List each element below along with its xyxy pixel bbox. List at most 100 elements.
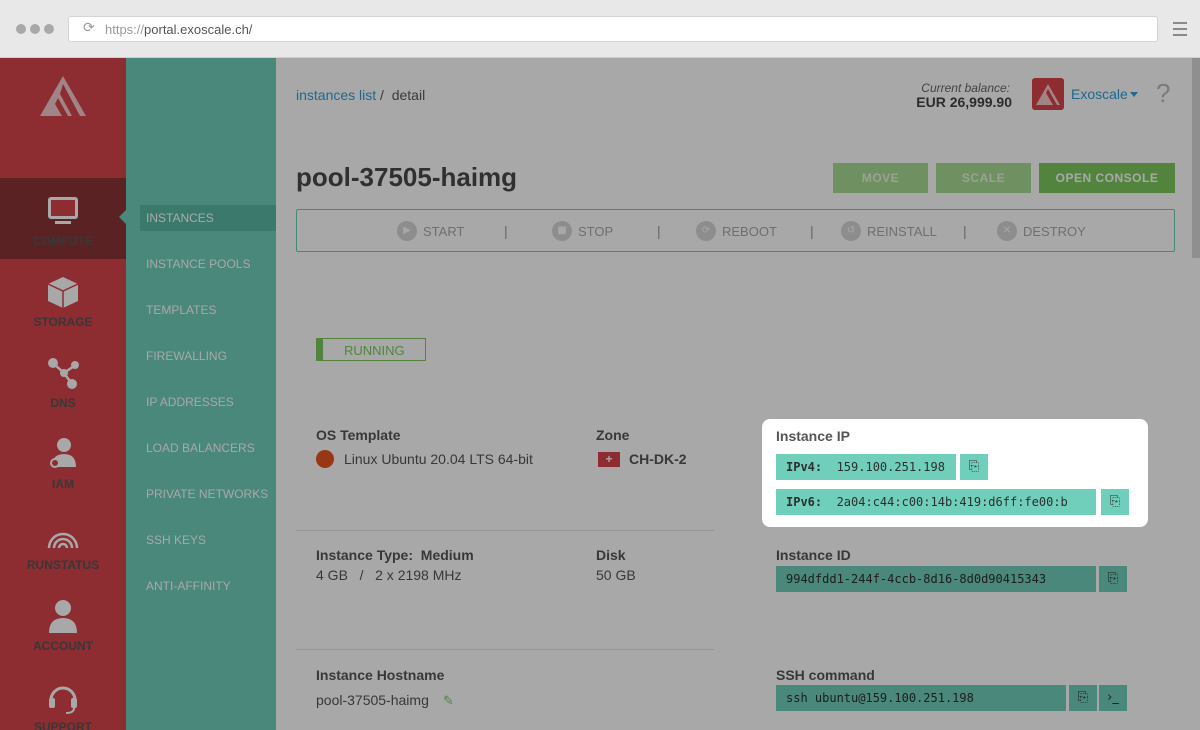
instance-ip-label: Instance IP	[776, 428, 850, 444]
edit-pencil-icon[interactable]: ✎	[443, 694, 454, 709]
exoscale-logo[interactable]	[40, 76, 86, 116]
nav-item-runstatus[interactable]: RUNSTATUS	[0, 502, 126, 583]
destroy-label: DESTROY	[1023, 223, 1086, 239]
help-icon[interactable]: ?	[1156, 78, 1170, 109]
zone-value: CH-DK-2	[629, 451, 687, 467]
nav-item-label: SUPPORT	[33, 720, 92, 730]
nav-item-label: DNS	[50, 396, 76, 410]
monitor-icon	[48, 197, 78, 224]
os-template-label: OS Template	[316, 427, 401, 443]
reinstall-button[interactable]: ↺ REINSTALL	[841, 221, 937, 241]
nav-item-label: IAM	[52, 477, 74, 491]
instance-type-spec: 4 GB / 2 x 2198 MHz	[316, 567, 462, 583]
ipv4-field[interactable]: IPv4: 159.100.251.198	[776, 454, 956, 480]
subnav-item-ssh-keys[interactable]: SSH KEYS	[146, 533, 206, 547]
instance-ip-card: Instance IP IPv4: 159.100.251.198 ⎘ IPv6…	[762, 419, 1148, 527]
ipv4-key: IPv4:	[786, 460, 823, 474]
play-icon: ▶	[397, 221, 417, 241]
reload-icon[interactable]: ⟳	[83, 21, 97, 35]
ipv6-field[interactable]: IPv6: 2a04:c44:c00:14b:419:d6ff:fe00:b	[776, 489, 1096, 515]
page-title: pool-37505-haimg	[296, 162, 518, 192]
section-divider	[296, 530, 714, 531]
network-icon	[48, 358, 79, 389]
status-text: RUNNING	[344, 343, 405, 358]
start-button[interactable]: ▶ START	[397, 221, 464, 241]
ssh-command-field[interactable]: ssh ubuntu@159.100.251.198	[776, 685, 1066, 711]
subnav-item-instance-pools[interactable]: INSTANCE POOLS	[146, 257, 250, 271]
nav-item-support[interactable]: SUPPORT	[0, 664, 126, 730]
reboot-label: REBOOT	[722, 223, 777, 239]
breadcrumb-link-instances[interactable]: instances list	[296, 87, 376, 103]
os-template-value: Linux Ubuntu 20.04 LTS 64-bit	[344, 451, 533, 467]
status-bar	[317, 339, 323, 360]
start-label: START	[423, 223, 465, 239]
nav-item-dns[interactable]: DNS	[0, 340, 126, 421]
scale-button[interactable]: SCALE	[936, 163, 1031, 193]
nav-item-label: STORAGE	[33, 315, 93, 329]
instance-type-label: Instance Type: Medium	[316, 547, 474, 563]
cube-icon	[47, 277, 79, 308]
move-button[interactable]: MOVE	[833, 163, 928, 193]
subnav-item-load-balancers[interactable]: LOAD BALANCERS	[146, 441, 255, 455]
copy-ipv4-icon[interactable]: ⎘	[958, 454, 988, 480]
page-scrollbar[interactable]	[1192, 58, 1200, 258]
stop-button[interactable]: ■ STOP	[552, 221, 613, 241]
ipv6-value: 2a04:c44:c00:14b:419:d6ff:fe00:b	[836, 495, 1068, 509]
chevron-down-icon[interactable]	[1130, 92, 1138, 97]
url-host: portal.exoscale.ch/	[144, 22, 253, 37]
url-text[interactable]: https://portal.exoscale.ch/	[105, 22, 252, 37]
compute-subnav: INSTANCES INSTANCE POOLS TEMPLATES FIREW…	[126, 58, 276, 730]
browser-toolbar: ⟳ https://portal.exoscale.ch/	[0, 0, 1200, 58]
ipv6-key: IPv6:	[786, 495, 823, 509]
stop-label: STOP	[578, 223, 614, 239]
window-dot-icon[interactable]	[44, 24, 54, 34]
signal-icon	[47, 532, 79, 549]
user-key-icon	[50, 438, 76, 468]
nav-item-account[interactable]: ACCOUNT	[0, 583, 126, 664]
nav-item-compute[interactable]: COMPUTE	[0, 178, 126, 259]
portal-page: COMPUTE STORAGE DNS IAM RUNSTATUS ACCOUN…	[0, 58, 1200, 730]
hostname-label: Instance Hostname	[316, 667, 445, 683]
subnav-item-anti-affinity[interactable]: ANTI-AFFINITY	[146, 579, 231, 593]
terminal-icon[interactable]: ›_	[1097, 685, 1127, 711]
main-nav: COMPUTE STORAGE DNS IAM RUNSTATUS ACCOUN…	[0, 58, 127, 730]
headset-icon	[49, 686, 77, 714]
account-switcher[interactable]: Exoscale	[1071, 86, 1128, 102]
subnav-item-firewalling[interactable]: FIREWALLING	[146, 349, 227, 363]
subnav-item-templates[interactable]: TEMPLATES	[146, 303, 216, 317]
subnav-item-ip-addresses[interactable]: IP ADDRESSES	[146, 395, 234, 409]
reboot-icon: ⟳	[696, 221, 716, 241]
nav-item-iam[interactable]: IAM	[0, 421, 126, 502]
swiss-flag-icon: +	[598, 452, 620, 467]
copy-ipv6-icon[interactable]: ⎘	[1099, 489, 1129, 515]
subnav-item-private-networks[interactable]: PRIVATE NETWORKS	[146, 487, 268, 501]
menu-icon[interactable]	[1173, 22, 1187, 40]
nav-item-label: RUNSTATUS	[26, 558, 100, 572]
window-controls[interactable]	[16, 24, 54, 34]
balance-label: Current balance:	[921, 81, 1010, 95]
user-icon	[49, 600, 77, 633]
instance-type-value: Medium	[420, 547, 474, 563]
reboot-button[interactable]: ⟳ REBOOT	[696, 221, 777, 241]
subnav-item-instances[interactable]: INSTANCES	[146, 211, 214, 225]
address-bar[interactable]: ⟳ https://portal.exoscale.ch/	[68, 16, 1158, 42]
action-separator: |	[810, 223, 814, 239]
window-dot-icon[interactable]	[30, 24, 40, 34]
breadcrumb-separator: /	[380, 87, 384, 103]
nav-item-label: ACCOUNT	[33, 639, 93, 653]
copy-id-icon[interactable]: ⎘	[1097, 566, 1127, 592]
instance-id-field[interactable]: 994dfdd1-244f-4ccb-8d16-8d0d90415343	[776, 566, 1096, 592]
destroy-button[interactable]: ✕ DESTROY	[997, 221, 1086, 241]
nav-item-storage[interactable]: STORAGE	[0, 259, 126, 340]
account-avatar[interactable]	[1032, 78, 1064, 110]
open-console-button[interactable]: OPEN CONSOLE	[1039, 163, 1175, 193]
stop-icon: ■	[552, 221, 572, 241]
breadcrumb: instances list / detail	[296, 87, 425, 103]
copy-ssh-icon[interactable]: ⎘	[1067, 685, 1097, 711]
hostname-value: pool-37505-haimg	[316, 692, 429, 708]
status-badge: RUNNING	[316, 338, 426, 361]
ubuntu-icon	[316, 450, 334, 468]
balance-value: EUR 26,999.90	[916, 94, 1012, 110]
action-separator: |	[504, 223, 508, 239]
window-dot-icon[interactable]	[16, 24, 26, 34]
